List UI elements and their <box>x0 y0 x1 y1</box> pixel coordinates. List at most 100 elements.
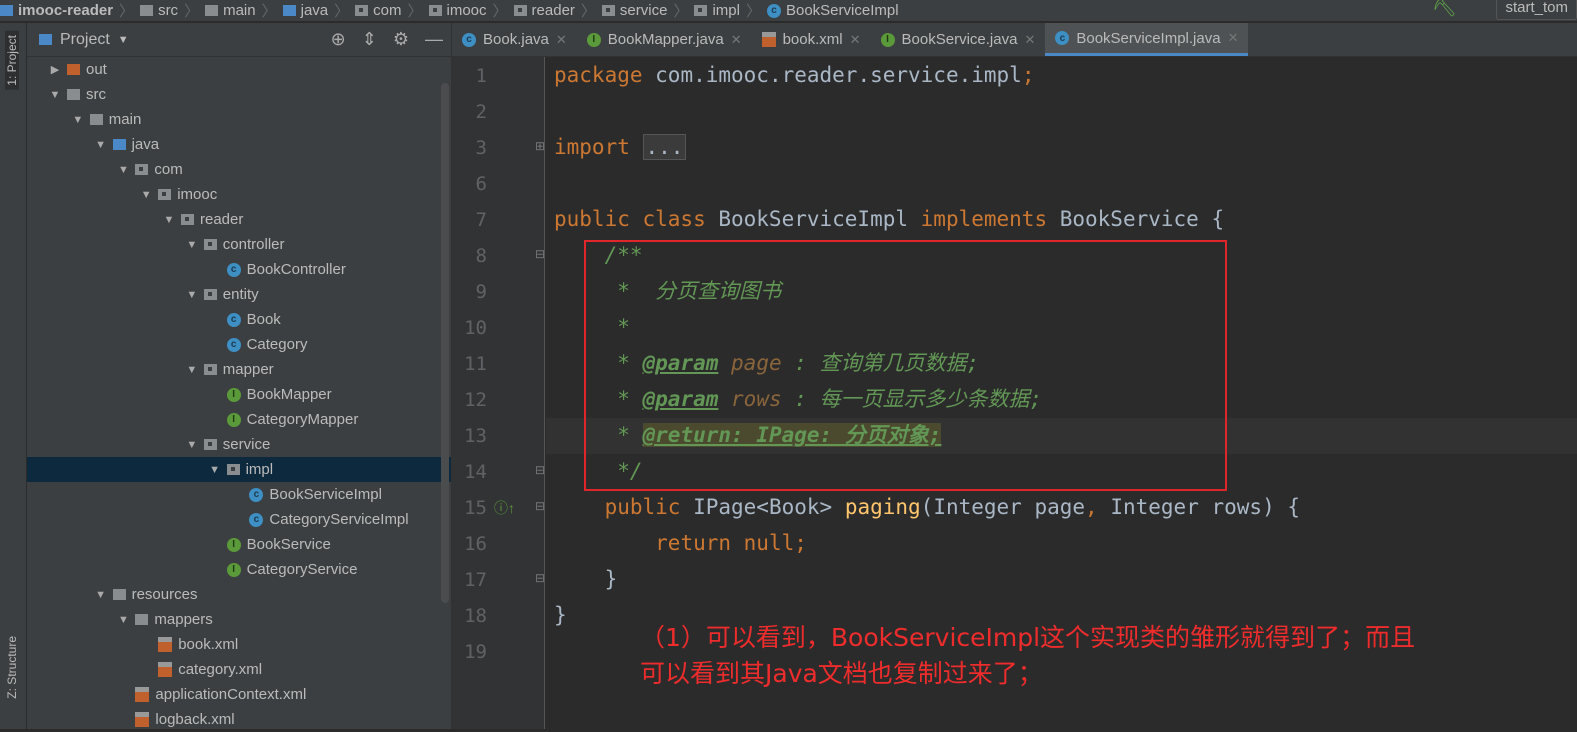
close-icon[interactable]: ✕ <box>1228 30 1239 46</box>
chevron-down-icon[interactable]: ▼ <box>72 114 84 126</box>
class-icon: c <box>462 32 476 47</box>
source-folder-icon <box>0 5 13 16</box>
breadcrumb-label: reader <box>531 2 575 19</box>
fold-collapse-icon[interactable]: ⊟ <box>535 247 545 261</box>
tree-item-label: BookService <box>246 536 331 553</box>
tree-item-entity[interactable]: ▼ entity <box>27 282 451 307</box>
code-line[interactable]: import ... <box>554 129 687 165</box>
build-hammer-icon[interactable]: ⛏ <box>1432 0 1457 19</box>
close-icon[interactable]: ✕ <box>731 32 742 48</box>
breadcrumb-item[interactable]: imooc <box>428 2 487 19</box>
chevron-down-icon[interactable]: ▼ <box>186 439 198 451</box>
package-icon <box>181 214 194 225</box>
tree-item-main[interactable]: ▼ main <box>27 107 451 132</box>
tree-item-category-xml[interactable]: ▼category.xml <box>27 657 451 682</box>
tree-item-categoryserviceimpl[interactable]: ▼cCategoryServiceImpl <box>27 507 451 532</box>
folder-icon <box>205 5 219 16</box>
code-line[interactable]: package com.imooc.reader.service.impl; <box>554 57 1034 93</box>
tree-item-com[interactable]: ▼ com <box>27 157 451 182</box>
close-icon[interactable]: ✕ <box>850 32 861 48</box>
chevron-down-icon[interactable]: ▼ <box>140 189 152 201</box>
tree-item-mapper[interactable]: ▼ mapper <box>27 357 451 382</box>
tree-item-java[interactable]: ▼ java <box>27 132 451 157</box>
fold-collapse-icon[interactable]: ⊟ <box>535 499 545 513</box>
breadcrumb-item[interactable]: impl <box>694 2 740 19</box>
fold-expand-icon[interactable]: ⊞ <box>535 139 545 153</box>
tree-item-bookserviceimpl[interactable]: ▼cBookServiceImpl <box>27 482 451 507</box>
line-number: 17 <box>464 569 487 591</box>
chevron-down-icon[interactable]: ▼ <box>209 464 221 476</box>
run-config-selector[interactable]: start_tom <box>1496 0 1577 20</box>
tree-item-bookservice[interactable]: ▼IBookService <box>27 532 451 557</box>
tree-item-bookmapper[interactable]: ▼IBookMapper <box>27 382 451 407</box>
tree-item-out[interactable]: ▶ out <box>27 57 451 82</box>
tree-item-book-xml[interactable]: ▼book.xml <box>27 632 451 657</box>
chevron-down-icon[interactable]: ▼ <box>186 239 198 251</box>
source-folder-icon <box>112 139 126 150</box>
breadcrumb-item[interactable]: service <box>601 2 667 19</box>
tree-item-label: resources <box>131 586 198 603</box>
tree-item-applicationcontext-xml[interactable]: ▼applicationContext.xml <box>27 682 451 707</box>
breadcrumb-item[interactable]: main <box>205 2 256 19</box>
tree-item-label: Category <box>246 336 308 353</box>
tree-item-resources[interactable]: ▼ resources <box>27 582 451 607</box>
sidebar-scrollbar[interactable] <box>441 83 449 603</box>
collapse-all-icon[interactable]: ⇕ <box>362 29 377 50</box>
tree-item-label: imooc <box>177 186 218 203</box>
tree-item-bookcontroller[interactable]: ▼cBookController <box>27 257 451 282</box>
project-tool-button[interactable]: 1: Project <box>5 31 19 90</box>
chevron-right-icon[interactable]: ▶ <box>49 63 61 76</box>
breadcrumb-item[interactable]: src <box>140 2 178 19</box>
tree-item-label: entity <box>222 286 259 303</box>
fold-end-icon[interactable]: ⊟ <box>535 463 545 477</box>
tree-item-category[interactable]: ▼cCategory <box>27 332 451 357</box>
tab-bookservice-java[interactable]: I BookService.java ✕ <box>871 23 1046 56</box>
tab-bookserviceimpl-java[interactable]: c BookServiceImpl.java ✕ <box>1045 23 1249 56</box>
hide-icon[interactable]: — <box>425 29 443 50</box>
breadcrumb-item[interactable]: com <box>355 2 402 19</box>
breadcrumb-item[interactable]: c BookServiceImpl <box>766 2 899 19</box>
line-number: 9 <box>475 281 487 303</box>
tree-item-mappers[interactable]: ▼ mappers <box>27 607 451 632</box>
tab-book-xml[interactable]: book.xml ✕ <box>752 23 871 56</box>
tree-item-reader[interactable]: ▼ reader <box>27 207 451 232</box>
breadcrumb-item[interactable]: java <box>282 2 328 19</box>
chevron-down-icon[interactable]: ▼ <box>118 34 129 46</box>
project-view-selector[interactable]: Project <box>60 31 110 49</box>
close-icon[interactable]: ✕ <box>1024 32 1035 48</box>
implements-method-icon[interactable]: ⓘ↑ <box>494 498 515 518</box>
tree-item-logback-xml[interactable]: ▼logback.xml <box>27 707 451 732</box>
chevron-down-icon[interactable]: ▼ <box>186 289 198 301</box>
chevron-down-icon[interactable]: ▼ <box>186 364 198 376</box>
structure-tool-button[interactable]: Z: Structure <box>5 636 19 699</box>
close-icon[interactable]: ✕ <box>556 32 567 48</box>
chevron-down-icon[interactable]: ▼ <box>117 164 129 176</box>
chevron-down-icon[interactable]: ▼ <box>117 614 129 626</box>
tree-item-book[interactable]: ▼cBook <box>27 307 451 332</box>
code-line[interactable]: } <box>554 597 567 633</box>
code-line[interactable]: } <box>554 561 618 597</box>
fold-end-icon[interactable]: ⊟ <box>535 571 545 585</box>
tab-book-java[interactable]: c Book.java ✕ <box>452 23 577 56</box>
tree-item-label: CategoryServiceImpl <box>269 511 409 528</box>
breadcrumb-item[interactable]: reader <box>513 2 575 19</box>
locate-icon[interactable]: ⊕ <box>331 29 346 50</box>
chevron-down-icon[interactable]: ▼ <box>95 139 107 151</box>
tree-item-impl[interactable]: ▼ impl <box>27 457 451 482</box>
tree-item-categorymapper[interactable]: ▼ICategoryMapper <box>27 407 451 432</box>
tree-item-src[interactable]: ▼ src <box>27 82 451 107</box>
tree-item-controller[interactable]: ▼ controller <box>27 232 451 257</box>
breadcrumb-separator: 〉 <box>184 3 200 20</box>
code-line[interactable]: return null; <box>554 525 807 561</box>
tab-bookmapper-java[interactable]: I BookMapper.java ✕ <box>577 23 752 56</box>
tree-item-imooc[interactable]: ▼ imooc <box>27 182 451 207</box>
chevron-down-icon[interactable]: ▼ <box>163 214 175 226</box>
chevron-down-icon[interactable]: ▼ <box>95 589 107 601</box>
gear-icon[interactable]: ⚙ <box>393 29 409 50</box>
code-line[interactable]: public class BookServiceImpl implements … <box>554 201 1224 237</box>
breadcrumb-item[interactable]: imooc-reader <box>0 2 113 19</box>
tree-item-service[interactable]: ▼ service <box>27 432 451 457</box>
tree-item-categoryservice[interactable]: ▼ICategoryService <box>27 557 451 582</box>
chevron-down-icon[interactable]: ▼ <box>49 89 61 101</box>
code-line[interactable]: public IPage<Book> paging(Integer page, … <box>554 489 1300 525</box>
